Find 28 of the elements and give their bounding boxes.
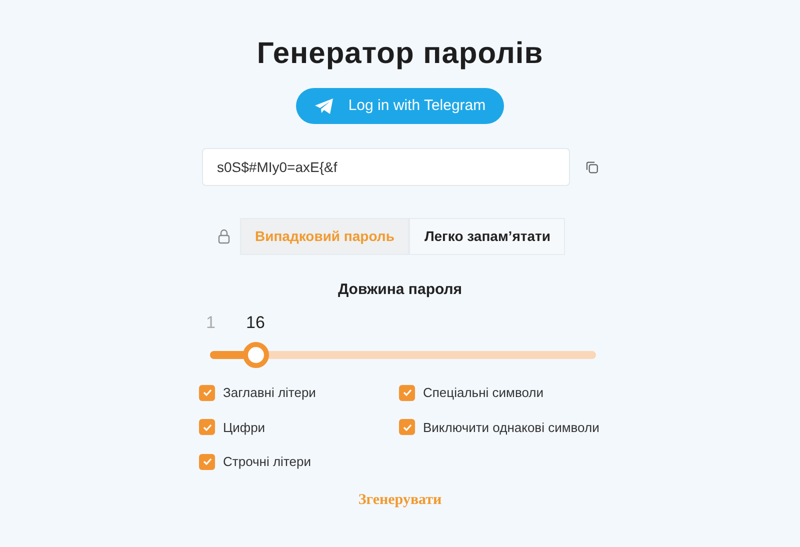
option-label: Цифри [223, 418, 266, 437]
checkbox[interactable] [399, 419, 415, 436]
checkbox[interactable] [199, 384, 215, 401]
lock-icon [218, 229, 230, 244]
mode-tab[interactable]: Легко запам’ятати [409, 218, 566, 255]
check-icon [202, 389, 212, 396]
checkbox[interactable] [199, 454, 215, 470]
mode-tab[interactable]: Випадковий пароль [240, 218, 410, 255]
page-title: Генератор паролів [256, 36, 544, 72]
copy-icon[interactable] [586, 160, 598, 174]
paper-plane-icon [314, 98, 334, 114]
option-label: Виключити однакові символи [423, 418, 600, 437]
check-icon [402, 424, 412, 431]
slider-handle[interactable] [243, 342, 270, 368]
length-label: Довжина пароля [336, 280, 464, 300]
telegram-login-button[interactable]: Log in with Telegram [296, 88, 504, 124]
check-icon [202, 458, 212, 466]
slider-min-value: 1 [206, 312, 216, 334]
password-field[interactable]: s0S$#MIy0=axE{&f [202, 148, 570, 186]
generate-button[interactable]: Згенерувати [352, 488, 448, 512]
check-icon [202, 424, 212, 431]
check-icon [402, 389, 412, 396]
option-label: Заглавні літери [223, 384, 316, 402]
checkbox[interactable] [199, 419, 215, 436]
option-label: Спеціальні символи [423, 384, 544, 402]
option-label: Строчні літери [223, 453, 311, 471]
checkbox[interactable] [399, 384, 415, 401]
slider-current-value: 16 [246, 312, 265, 334]
